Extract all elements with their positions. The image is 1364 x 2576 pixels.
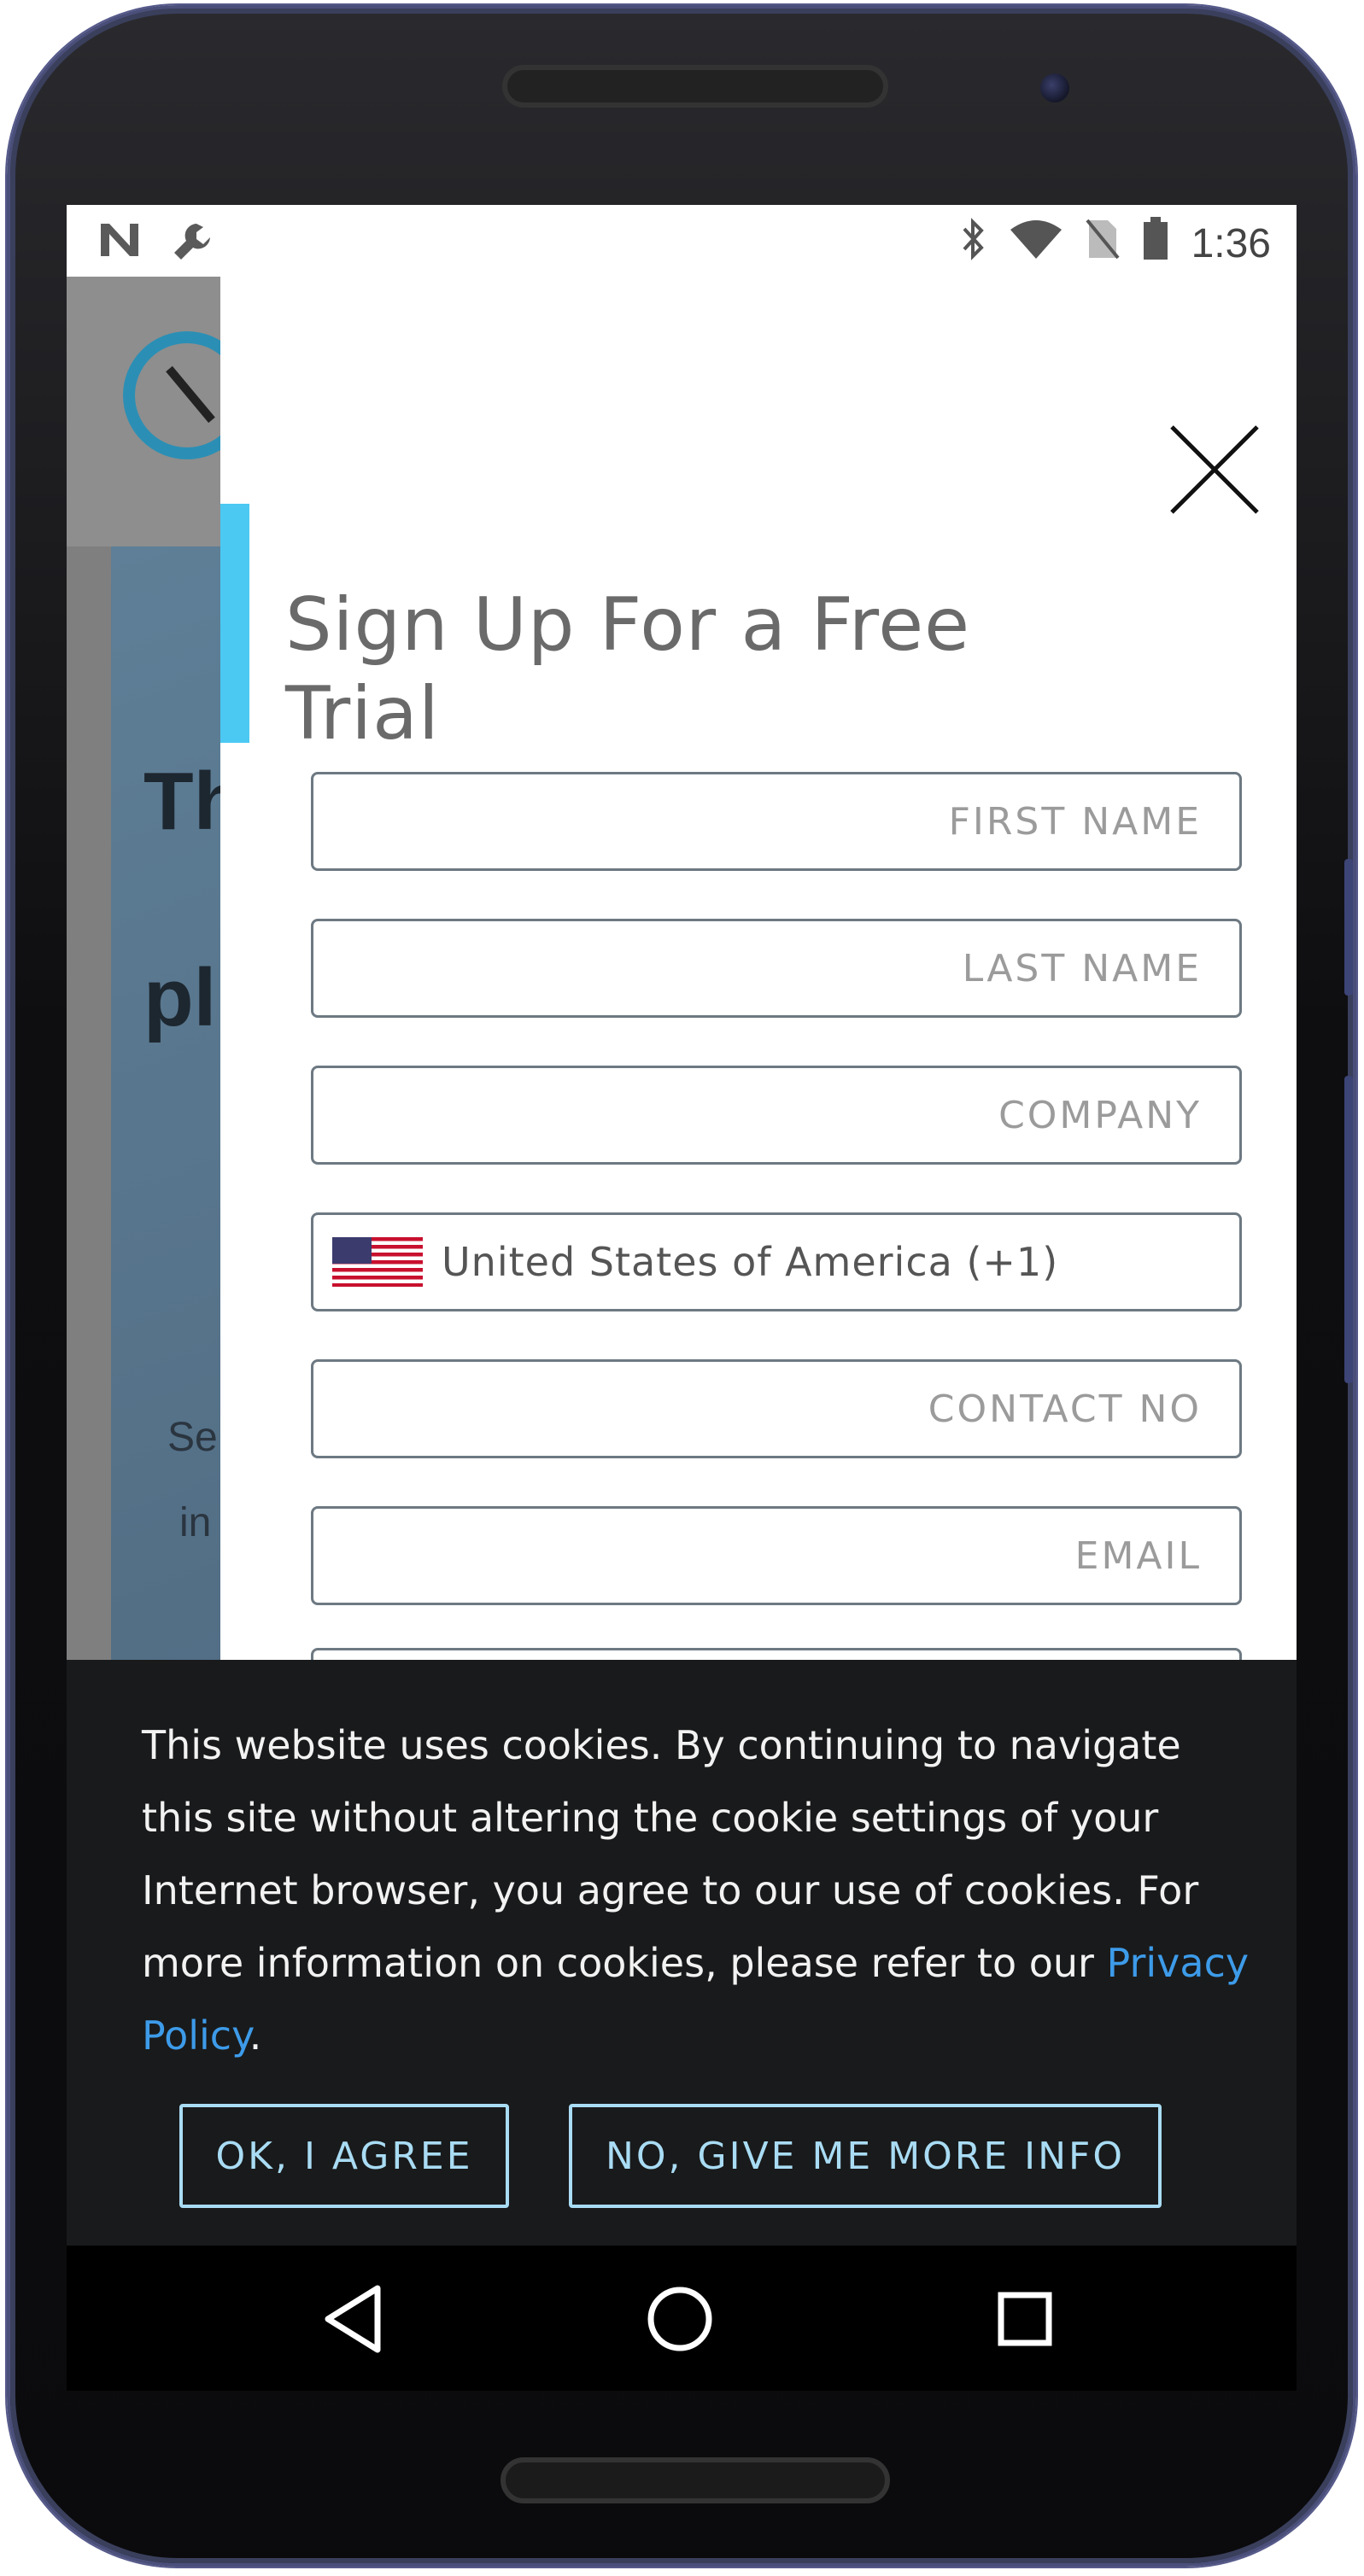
company-field[interactable]: [311, 1066, 1242, 1165]
contact-input[interactable]: [313, 1362, 1239, 1456]
back-triangle-icon: [325, 2285, 381, 2353]
home-circle-icon: [647, 2287, 712, 2351]
n-logo-icon: [97, 220, 142, 274]
country-value: United States of America (+1): [442, 1239, 1059, 1285]
status-bar: 1:36: [67, 205, 1297, 277]
status-left-icons: [97, 220, 215, 274]
front-camera: [1040, 73, 1069, 102]
background-hero-subtitle: Se in: [167, 1415, 218, 1545]
cookie-text: This website uses cookies. By continuing…: [142, 1722, 1250, 2059]
cookie-banner: This website uses cookies. By continuing…: [67, 1660, 1297, 2246]
no-sim-icon: [1086, 217, 1120, 271]
bluetooth-icon: [961, 217, 986, 271]
modal-accent-strip: [220, 504, 249, 743]
first-name-field[interactable]: [311, 772, 1242, 871]
top-speaker: [502, 65, 888, 108]
recents-square-icon: [998, 2292, 1052, 2346]
navigation-bar: [67, 2246, 1297, 2391]
close-icon: [1170, 425, 1259, 514]
more-info-button[interactable]: NO, GIVE ME MORE INFO: [569, 2104, 1162, 2208]
volume-button[interactable]: [1344, 859, 1353, 996]
email-input[interactable]: [313, 1509, 1239, 1603]
last-name-field[interactable]: [311, 919, 1242, 1018]
screen: 1:36 Th pl Se in Sign Up For a Free Tria…: [67, 205, 1297, 2246]
recents-button[interactable]: [982, 2276, 1068, 2362]
us-flag-icon: [332, 1237, 423, 1287]
last-name-input[interactable]: [313, 921, 1239, 1015]
country-select[interactable]: United States of America (+1): [311, 1212, 1242, 1311]
bottom-speaker: [501, 2457, 890, 2503]
email-field[interactable]: [311, 1506, 1242, 1605]
wifi-icon: [1009, 218, 1063, 270]
close-button[interactable]: [1165, 420, 1264, 519]
back-button[interactable]: [311, 2276, 396, 2362]
modal-title: Sign Up For a Free Trial: [285, 582, 971, 756]
contact-field[interactable]: [311, 1359, 1242, 1458]
agree-button[interactable]: OK, I AGREE: [179, 2104, 509, 2208]
status-right-icons: 1:36: [961, 217, 1271, 271]
company-input[interactable]: [313, 1068, 1239, 1162]
power-button[interactable]: [1344, 1076, 1353, 1383]
home-button[interactable]: [637, 2276, 723, 2362]
status-time: 1:36: [1191, 221, 1271, 266]
first-name-input[interactable]: [313, 774, 1239, 868]
battery-icon: [1142, 217, 1169, 271]
wrench-icon: [171, 220, 215, 274]
